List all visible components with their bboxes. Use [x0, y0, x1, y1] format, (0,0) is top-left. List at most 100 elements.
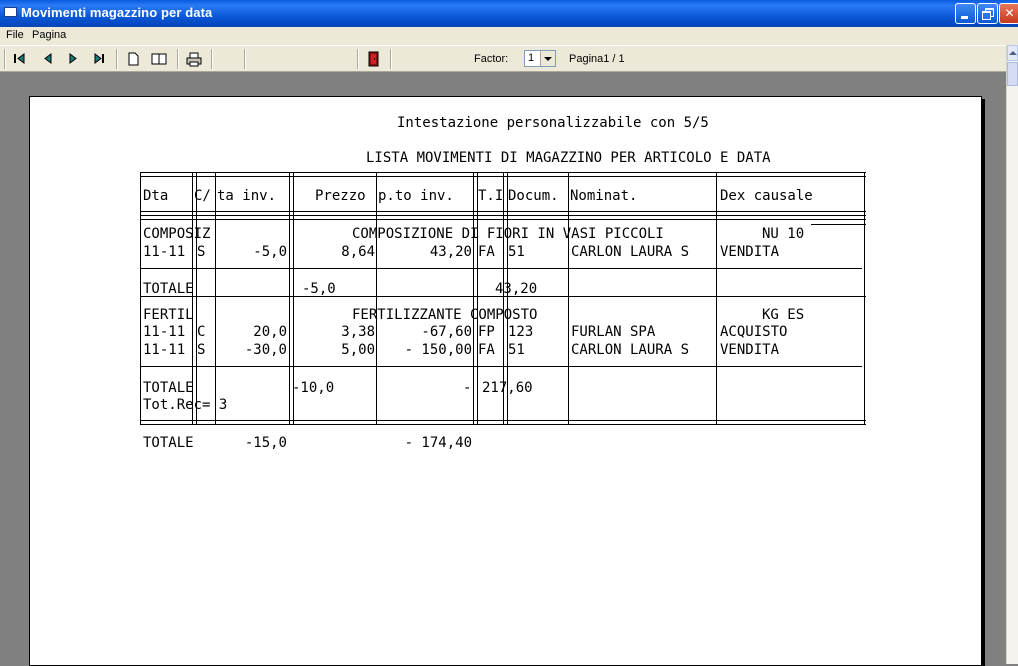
toolbar-separator: [357, 49, 359, 69]
menu-pagina[interactable]: Pagina: [32, 29, 66, 41]
chevron-down-icon[interactable]: [540, 51, 555, 66]
row-cs: S: [197, 244, 206, 260]
column-header-name: Nominat.: [570, 188, 638, 204]
group-description: FERTILIZZANTE COMPOSTO: [352, 307, 538, 323]
column-divider: [864, 172, 865, 425]
menu-bar: File Pagina: [0, 27, 1018, 45]
column-divider: [568, 172, 569, 425]
restore-icon: [982, 8, 994, 20]
toolbar: Factor: 1 Pagina1 / 1: [0, 45, 1006, 72]
record-count: Tot.Rec= 3: [143, 397, 228, 413]
column-divider: [376, 172, 377, 425]
column-divider: [196, 172, 197, 425]
report-header: Intestazione personalizzabile con 5/5: [397, 115, 709, 131]
toolbar-separator: [177, 49, 179, 69]
column-header-type: T.I: [478, 188, 504, 204]
scroll-up-button[interactable]: [1007, 45, 1018, 61]
prev-page-button[interactable]: [38, 50, 58, 68]
row-amount: - 150,00: [404, 342, 472, 358]
grand-total-qty: -15,0: [244, 435, 287, 451]
two-page-icon: [151, 53, 167, 65]
row-qty: 20,0: [253, 324, 287, 340]
row-cs: C: [197, 324, 206, 340]
minimize-button[interactable]: [955, 3, 976, 24]
group-total-label: TOTALE: [143, 380, 194, 396]
scroll-thumb[interactable]: [1007, 62, 1018, 86]
group-total-amount: 217,60: [482, 380, 533, 396]
first-page-icon: [14, 53, 25, 64]
column-divider: [477, 172, 478, 425]
row-qty: -30,0: [244, 342, 287, 358]
title-bar: Movimenti magazzino per data ✕: [0, 0, 1018, 27]
row-price: 5,00: [341, 342, 375, 358]
group-total-qty: -10,0: [292, 380, 335, 396]
next-page-icon: [69, 53, 77, 64]
last-page-button[interactable]: [90, 50, 110, 68]
menu-file[interactable]: File: [6, 29, 24, 41]
exit-icon: [368, 51, 379, 67]
group-unit: NU 10: [762, 226, 805, 242]
row-type: FA: [478, 244, 495, 260]
row-cs: S: [197, 342, 206, 358]
single-page-button[interactable]: [123, 50, 143, 68]
row-type: FP: [478, 324, 495, 340]
column-header-amount: p.to inv.: [378, 188, 454, 204]
restore-button[interactable]: [977, 3, 998, 24]
vertical-scrollbar[interactable]: [1006, 45, 1018, 664]
last-page-icon: [94, 53, 104, 64]
group-total-qty: -5,0: [302, 281, 336, 297]
group-total-amount: 43,20: [495, 281, 538, 297]
column-header-price: Prezzo: [315, 188, 366, 204]
row-name: CARLON LAURA S: [571, 342, 690, 358]
print-icon: [186, 52, 202, 67]
report-page: Intestazione personalizzabile con 5/5 LI…: [29, 96, 982, 666]
minimize-icon: [961, 16, 968, 19]
exit-button[interactable]: [364, 50, 384, 68]
row-reason: ACQUISTO: [720, 324, 788, 340]
column-header-doc: Docum.: [508, 188, 559, 204]
row-amount: 43,20: [429, 244, 472, 260]
column-header-dta: Dta: [143, 188, 169, 204]
toolbar-separator: [116, 49, 118, 69]
row-price: 3,38: [341, 324, 375, 340]
toolbar-separator: [390, 49, 392, 69]
toolbar-separator: [211, 49, 213, 69]
toolbar-grip: [4, 49, 6, 69]
group-code: FERTIL: [143, 307, 194, 323]
group-total-amount-sign: -: [463, 380, 472, 396]
column-divider: [215, 172, 216, 425]
factor-select[interactable]: 1: [524, 50, 556, 67]
row-reason: VENDITA: [720, 342, 780, 358]
next-page-button[interactable]: [63, 50, 83, 68]
row-reason: VENDITA: [720, 244, 780, 260]
column-divider: [289, 172, 290, 425]
prev-page-icon: [44, 53, 52, 64]
row-name: CARLON LAURA S: [571, 244, 690, 260]
app-icon: [4, 7, 17, 17]
column-divider: [473, 172, 474, 425]
close-icon: ✕: [1004, 6, 1015, 20]
two-page-button[interactable]: [149, 50, 169, 68]
row-doc: 51: [508, 342, 525, 358]
print-button[interactable]: [184, 50, 204, 68]
row-doc: 123: [508, 324, 534, 340]
column-header-reason: Dex causale: [720, 188, 813, 204]
group-total-label: TOTALE: [143, 281, 194, 297]
column-divider: [140, 172, 141, 425]
group-subtotal-line: [140, 268, 862, 269]
close-button[interactable]: ✕: [999, 3, 1018, 24]
group-code: COMPOSIZ: [143, 226, 211, 242]
single-page-icon: [128, 52, 139, 66]
grand-total-label: TOTALE: [143, 435, 194, 451]
row-price: 8,64: [341, 244, 375, 260]
row-name: FURLAN SPA: [571, 324, 656, 340]
row-date: 11-11: [143, 244, 186, 260]
window-title: Movimenti magazzino per data: [21, 5, 213, 20]
column-header-qty: ta inv.: [217, 188, 277, 204]
page-indicator: Pagina1 / 1: [569, 53, 625, 65]
grand-total-amount: - 174,40: [404, 435, 472, 451]
group-subtotal-line: [140, 366, 862, 367]
row-date: 11-11: [143, 324, 186, 340]
first-page-button[interactable]: [10, 50, 30, 68]
column-header-cs: C/: [194, 188, 211, 204]
